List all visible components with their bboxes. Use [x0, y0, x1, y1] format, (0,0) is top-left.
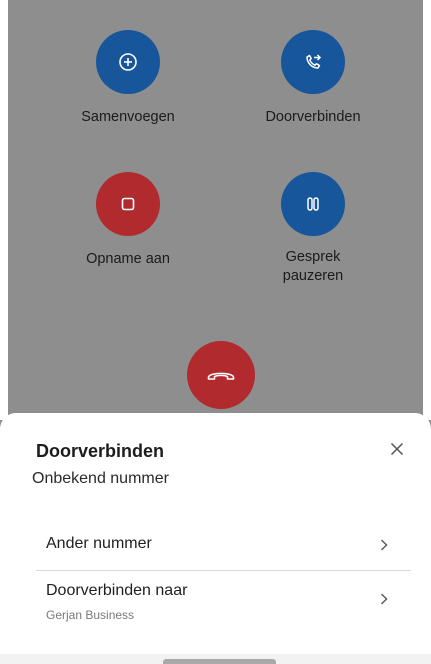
hold-label-line2: pauzeren [282, 268, 344, 284]
transfer-action[interactable]: Doorverbinden [233, 30, 393, 127]
close-button[interactable] [385, 437, 409, 461]
chevron-right-icon [379, 592, 389, 606]
sheet-subtitle: Onbekend nummer [32, 470, 169, 487]
record-label: Opname aan [86, 251, 170, 267]
right-edge [423, 0, 431, 420]
pause-icon [307, 197, 319, 211]
transfer-label: Doorverbinden [265, 109, 361, 125]
option-other-number-label: Ander nummer [46, 535, 152, 552]
call-transfer-icon [306, 54, 322, 69]
record-button[interactable] [96, 172, 160, 236]
hold-label: Gesprek pauzeren [233, 248, 393, 286]
end-call-button[interactable] [187, 341, 255, 409]
record-stop-icon [121, 197, 135, 211]
hang-up-icon [207, 372, 235, 380]
hold-action[interactable]: Gesprek pauzeren [233, 172, 393, 286]
option-other-number[interactable]: Ander nummer [36, 521, 411, 569]
sheet-title: Doorverbinden [36, 441, 165, 461]
home-indicator[interactable] [163, 659, 276, 664]
record-action[interactable]: Opname aan [48, 172, 208, 269]
merge-label: Samenvoegen [81, 109, 175, 125]
option-transfer-to-sublabel: Gerjan Business [46, 608, 135, 622]
add-circle-icon [119, 53, 137, 71]
hold-button[interactable] [281, 172, 345, 236]
transfer-sheet: Doorverbinden Onbekend nummer Ander numm… [0, 413, 431, 664]
hold-label-line1: Gesprek [285, 249, 341, 265]
chevron-right-icon [379, 538, 389, 552]
merge-action[interactable]: Samenvoegen [48, 30, 208, 127]
left-edge [0, 0, 8, 420]
option-transfer-to-label: Doorverbinden naar [46, 582, 188, 599]
merge-button[interactable] [96, 30, 160, 94]
transfer-button[interactable] [281, 30, 345, 94]
close-icon [390, 442, 404, 456]
option-transfer-to[interactable]: Doorverbinden naar Gerjan Business [36, 570, 411, 640]
